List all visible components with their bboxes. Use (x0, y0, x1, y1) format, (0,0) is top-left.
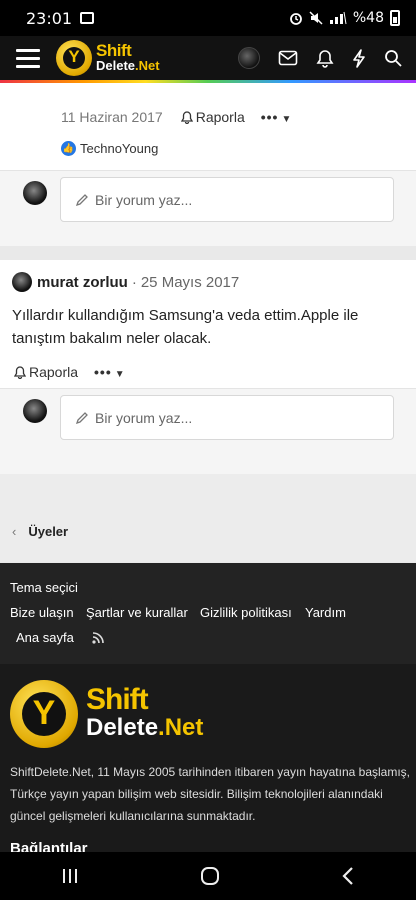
avatar[interactable] (23, 399, 47, 423)
more-menu[interactable]: ••• ▼ (261, 109, 292, 125)
privacy-link[interactable]: Gizlilik politikası (200, 605, 292, 620)
avatar[interactable] (238, 47, 260, 69)
avatar[interactable] (12, 272, 32, 292)
breadcrumb: ‹ Üyeler (0, 474, 416, 562)
like-icon: 👍 (61, 141, 76, 156)
report-button[interactable]: Raporla (180, 109, 245, 125)
post-card: 11 Haziran 2017 Raporla ••• ▼ 👍 TechnoYou… (0, 83, 416, 246)
footer-links: Tema seçici Bize ulaşın Şartlar ve kural… (0, 563, 416, 664)
logo-line2: Delete.Net (96, 58, 160, 73)
bell-icon (14, 365, 26, 379)
breadcrumb-label: Üyeler (28, 524, 69, 539)
pencil-icon (75, 411, 88, 424)
menu-icon[interactable] (16, 48, 40, 68)
more-menu[interactable]: ••• ▼ (94, 364, 125, 380)
home-link[interactable]: Ana sayfa (16, 630, 74, 645)
help-link[interactable]: Yardım (305, 605, 346, 620)
footer-brand: Shift Delete.Net ShiftDelete.Net, 11 May… (0, 664, 416, 857)
logo-line1: Shift (96, 41, 132, 60)
status-icons: %48 (289, 10, 400, 26)
breadcrumb-item[interactable]: ‹ Üyeler (12, 524, 68, 539)
report-label: Raporla (29, 364, 79, 380)
back-icon[interactable] (341, 866, 355, 886)
comment-input[interactable]: Bir yorum yaz... (60, 395, 394, 440)
bolt-icon[interactable] (352, 48, 366, 68)
terms-link[interactable]: Şartlar ve kurallar (86, 605, 188, 620)
avatar[interactable] (23, 181, 47, 205)
liker-name[interactable]: TechnoYoung (80, 141, 158, 156)
battery-percent: %48 (352, 10, 384, 26)
comment-input[interactable]: Bir yorum yaz... (60, 177, 394, 222)
gallery-icon (80, 12, 95, 24)
home-icon[interactable] (200, 866, 220, 886)
caret-down-icon: ▼ (281, 114, 292, 125)
bell-icon[interactable] (316, 49, 334, 68)
separator: · (131, 273, 137, 291)
search-icon[interactable] (384, 49, 402, 67)
pencil-icon (75, 193, 88, 206)
status-bar: 23:01 %48 (0, 0, 416, 36)
report-button[interactable]: Raporla (14, 364, 78, 380)
logo-mark (10, 680, 78, 748)
theme-selector-link[interactable]: Tema seçici (10, 580, 78, 595)
reactions-row[interactable]: 👍 TechnoYoung (61, 141, 158, 156)
post-actions: Raporla ••• ▼ (14, 364, 125, 380)
bell-icon (180, 110, 193, 124)
signal-icon (329, 11, 347, 25)
site-header: Shift Delete.Net (0, 36, 416, 80)
more-dots-icon: ••• (94, 364, 112, 380)
caret-down-icon: ▼ (114, 369, 125, 380)
footer-logo[interactable]: Shift Delete.Net (10, 680, 203, 748)
comment-placeholder: Bir yorum yaz... (95, 409, 193, 426)
mute-icon (309, 11, 323, 25)
more-dots-icon: ••• (260, 109, 279, 125)
logo-mark (56, 40, 92, 76)
brand-line2: Delete.Net (86, 714, 204, 741)
post-date[interactable]: 11 Haziran 2017 (61, 109, 163, 125)
alarm-icon (289, 13, 302, 25)
report-label: Raporla (195, 109, 245, 125)
battery-icon (390, 10, 400, 26)
author-name[interactable]: murat zorluu (37, 274, 128, 291)
recent-apps-icon[interactable] (61, 867, 79, 885)
status-time: 23:01 (26, 8, 73, 28)
site-logo[interactable]: Shift Delete.Net (56, 40, 160, 76)
about-text: ShiftDelete.Net, 11 Mayıs 2005 tarihinde… (10, 765, 411, 823)
contact-link[interactable]: Bize ulaşın (10, 605, 74, 620)
post-meta: 11 Haziran 2017 Raporla ••• ▼ (61, 109, 291, 125)
post-body: Yıllardır kullandığım Samsung'a veda ett… (12, 307, 359, 347)
post-author: murat zorluu · 25 Mayıs 2017 (12, 272, 239, 292)
mail-icon[interactable] (278, 50, 298, 66)
comment-placeholder: Bir yorum yaz... (95, 191, 193, 208)
system-nav-bar (0, 852, 416, 900)
comment-row: Bir yorum yaz... (0, 388, 416, 474)
chevron-left-icon: ‹ (12, 524, 17, 539)
rss-icon[interactable] (91, 631, 105, 645)
post-card: murat zorluu · 25 Mayıs 2017 Yıllardır k… (0, 260, 416, 474)
post-date[interactable]: 25 Mayıs 2017 (141, 274, 239, 291)
brand-line1: Shift (86, 683, 149, 716)
comment-row: Bir yorum yaz... (0, 170, 416, 246)
